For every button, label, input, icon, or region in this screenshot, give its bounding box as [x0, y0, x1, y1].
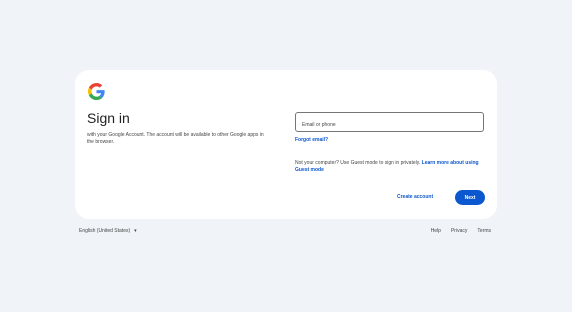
email-field-wrapper	[295, 112, 484, 134]
language-selector[interactable]: English (United States) ▾	[79, 226, 137, 236]
language-label: English (United States)	[79, 228, 131, 234]
forgot-email-link[interactable]: Forgot email?	[295, 137, 328, 144]
signin-card: Sign in with your Google Account. The ac…	[75, 70, 497, 219]
footer: English (United States) ▾ Help Privacy T…	[75, 226, 497, 236]
next-button[interactable]: Next	[455, 190, 485, 205]
chevron-down-icon: ▾	[134, 228, 137, 234]
create-account-button[interactable]: Create account	[397, 194, 433, 201]
guest-mode-text: Not your computer? Use Guest mode to sig…	[295, 160, 480, 174]
guest-mode-description: Not your computer? Use Guest mode to sig…	[295, 160, 421, 166]
google-logo-icon	[88, 83, 105, 100]
page-title: Sign in	[87, 110, 130, 126]
footer-link-help[interactable]: Help	[431, 226, 441, 236]
footer-links: Help Privacy Terms	[431, 226, 491, 236]
email-field[interactable]	[296, 116, 483, 134]
footer-link-terms[interactable]: Terms	[477, 226, 491, 236]
page-subtitle: with your Google Account. The account wi…	[87, 132, 264, 145]
footer-link-privacy[interactable]: Privacy	[451, 226, 467, 236]
